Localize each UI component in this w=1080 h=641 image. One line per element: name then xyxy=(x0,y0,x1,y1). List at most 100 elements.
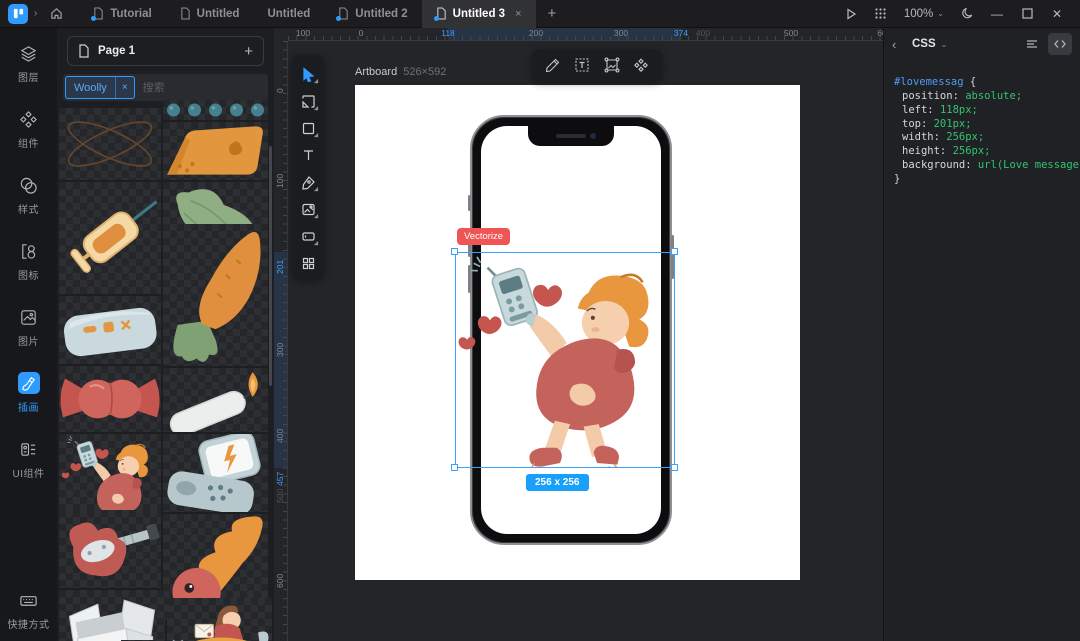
sidebar-item-components[interactable]: 组件 xyxy=(18,108,40,150)
zoom-level-dropdown[interactable]: 100% ⌄ xyxy=(898,8,950,20)
edit-pencil-icon[interactable] xyxy=(541,53,565,77)
sidebar-item-ui-components[interactable]: UI组件 xyxy=(13,438,45,480)
tab-untitled2[interactable]: Untitled 2 xyxy=(324,0,421,28)
components-grid-tool[interactable] xyxy=(295,250,321,276)
chevron-down-icon[interactable]: ⌄ xyxy=(941,40,948,49)
library-item-cardboard-box[interactable] xyxy=(59,590,165,641)
ruler-label: 400 xyxy=(696,28,710,38)
play-preview-button[interactable] xyxy=(838,3,864,25)
file-icon xyxy=(436,7,447,20)
sidebar-item-icons[interactable]: 图标 xyxy=(18,240,40,282)
file-icon xyxy=(180,7,191,20)
phone-side-button xyxy=(468,195,471,211)
tag-label: Woolly xyxy=(66,82,115,94)
selection-bounding-box[interactable] xyxy=(455,252,675,468)
sidebar-item-illustrations[interactable]: 插画 xyxy=(18,372,40,414)
titlebar: › Tutorial Untitled Untitled Untitle xyxy=(0,0,1080,28)
phone-camera xyxy=(590,133,596,139)
artboard-name: Artboard xyxy=(355,66,397,78)
app-logo[interactable] xyxy=(8,4,28,24)
tab-tutorial[interactable]: Tutorial xyxy=(79,0,165,28)
components-diamond-icon[interactable] xyxy=(629,53,653,77)
horizontal-ruler: 100 0 118 200 300 374 400 500 60 xyxy=(288,28,883,41)
image-trace-icon[interactable] xyxy=(600,53,624,77)
select-tool[interactable] xyxy=(295,61,321,87)
logo-chevron-icon[interactable]: › xyxy=(34,8,37,19)
design-app-window: › Tutorial Untitled Untitled Untitle xyxy=(0,0,1080,641)
ruler-label-selection: 457 xyxy=(275,472,285,486)
text-tool[interactable] xyxy=(295,142,321,168)
library-scrollbar[interactable] xyxy=(269,146,272,386)
canvas-area[interactable]: 100 0 118 200 300 374 400 500 60 0 100 2… xyxy=(274,28,883,641)
ruler-label: 500 xyxy=(275,489,285,503)
library-item-mail-plane[interactable] xyxy=(167,598,272,641)
library-item-wrapped-candy[interactable] xyxy=(59,366,161,432)
library-item-flip-device[interactable] xyxy=(163,434,268,512)
ruler-label: 0 xyxy=(275,88,285,93)
sidebar-item-shortcuts[interactable]: 快捷方式 xyxy=(8,589,50,631)
remove-tag-icon[interactable]: × xyxy=(116,82,134,93)
selection-handle-nw[interactable] xyxy=(451,248,458,255)
back-chevron-icon[interactable]: ‹ xyxy=(892,37,908,52)
ruler-label: 0 xyxy=(359,28,364,38)
library-item-candle[interactable] xyxy=(163,368,268,432)
ruler-label-selection: 374 xyxy=(674,28,688,38)
selection-handle-ne[interactable] xyxy=(671,248,678,255)
tab-untitled3-active[interactable]: Untitled 3 × xyxy=(422,0,536,28)
icon-library-icon xyxy=(18,240,40,262)
slice-tool[interactable] xyxy=(295,223,321,249)
close-tab-icon[interactable]: × xyxy=(515,8,521,20)
selection-handle-sw[interactable] xyxy=(451,464,458,471)
text-select-icon[interactable] xyxy=(570,53,594,77)
css-code-block[interactable]: #lovemessag { position: absolute; left: … xyxy=(884,60,1080,187)
library-item-orange-laptop[interactable] xyxy=(163,122,268,180)
sidebar-item-styles[interactable]: 样式 xyxy=(18,174,40,216)
dark-mode-moon-icon[interactable] xyxy=(954,3,980,25)
library-item-electric-guitar[interactable] xyxy=(59,510,161,588)
tool-palette xyxy=(292,55,324,279)
page-selector[interactable]: Page 1 + xyxy=(67,36,264,66)
library-item-teal-beads[interactable] xyxy=(163,100,268,120)
home-icon[interactable] xyxy=(43,4,69,24)
frame-tool[interactable] xyxy=(295,88,321,114)
add-page-button[interactable]: + xyxy=(244,43,253,60)
list-view-icon[interactable] xyxy=(1020,33,1044,55)
tab-untitled-1[interactable]: Untitled xyxy=(166,0,254,28)
phone-speaker xyxy=(556,134,586,138)
library-search[interactable]: Woolly × xyxy=(63,74,268,101)
sidebar-item-layers[interactable]: 图层 xyxy=(18,42,40,84)
library-item-syringe[interactable] xyxy=(59,182,161,294)
file-icon xyxy=(338,7,349,20)
search-filter-tag[interactable]: Woolly × xyxy=(65,76,135,99)
keyboard-icon xyxy=(18,589,40,611)
new-tab-button[interactable]: + xyxy=(536,5,569,22)
page-name: Page 1 xyxy=(98,45,135,57)
minimize-button[interactable]: — xyxy=(984,3,1010,25)
css-rule: height: 256px; xyxy=(894,145,1070,159)
selection-handle-se[interactable] xyxy=(671,464,678,471)
sidebar-item-images[interactable]: 图片 xyxy=(18,306,40,348)
ruler-label: 300 xyxy=(614,28,628,38)
image-tool[interactable] xyxy=(295,196,321,222)
search-input[interactable] xyxy=(135,82,266,94)
artboard-label[interactable]: Artboard526×592 xyxy=(355,66,446,78)
tab-untitled-2[interactable]: Untitled xyxy=(253,0,324,28)
library-item-atom-sketch[interactable] xyxy=(59,108,161,180)
library-item-carrot-brush[interactable] xyxy=(163,224,268,366)
vectorize-button[interactable]: Vectorize xyxy=(457,228,510,245)
library-item-remote-control[interactable] xyxy=(59,296,161,364)
ruler-label: 100 xyxy=(275,174,285,188)
pen-tool[interactable] xyxy=(295,169,321,195)
apps-grid-icon[interactable] xyxy=(868,3,894,25)
tab-label: Untitled xyxy=(197,8,240,20)
code-view-icon[interactable] xyxy=(1048,33,1072,55)
rectangle-tool[interactable] xyxy=(295,115,321,141)
css-rule: left: 118px; xyxy=(894,104,1070,118)
close-window-button[interactable]: ✕ xyxy=(1044,3,1070,25)
maximize-button[interactable] xyxy=(1014,3,1040,25)
ruler-label: 100 xyxy=(296,28,310,38)
css-panel-header: ‹ CSS ⌄ xyxy=(884,28,1080,60)
page-file-icon xyxy=(78,44,90,58)
unsaved-dot xyxy=(434,16,439,21)
illustration-library-panel: Page 1 + Woolly × xyxy=(57,28,274,641)
